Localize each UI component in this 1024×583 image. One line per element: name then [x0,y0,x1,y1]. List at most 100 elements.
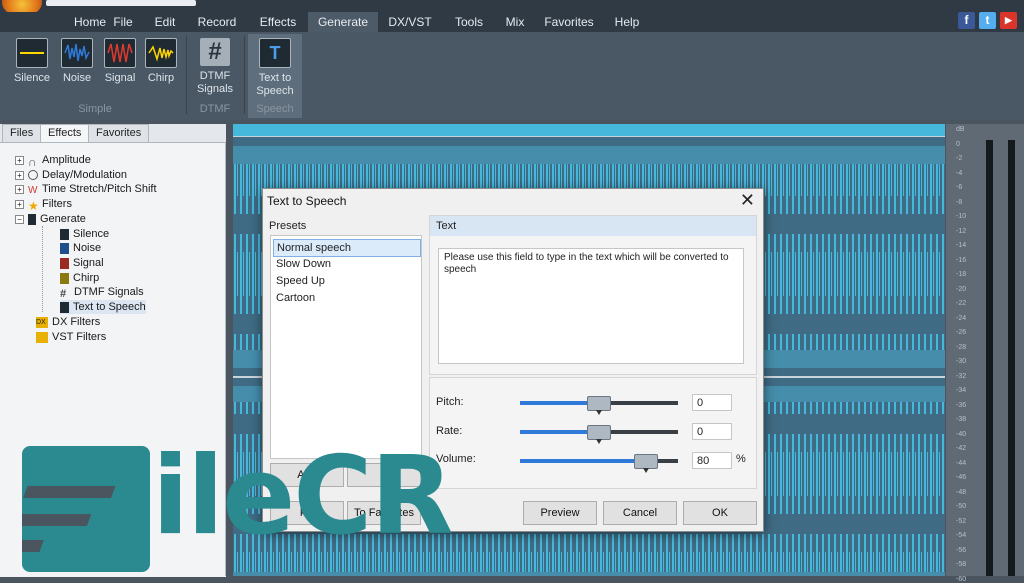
youtube-icon[interactable]: ▶ [1000,12,1017,29]
ribbon-dtmf-button[interactable]: # DTMF Signals [194,38,236,96]
meter-scale-label: -36 [956,401,967,409]
meter-scale-label: -16 [956,256,967,264]
menu-effects[interactable]: Effects [250,12,306,32]
menu-dx-vst[interactable]: DX/VST [382,12,438,32]
preset-normal-speech[interactable]: Normal speech [273,239,421,257]
watermark-logo-icon [0,446,150,572]
menu-favorites[interactable]: Favorites [540,12,598,32]
meter-scale-label: -38 [956,416,967,423]
meter-scale-label: -48 [956,488,967,496]
presets-label: Presets [269,220,307,232]
tab-favorites[interactable]: Favorites [88,124,150,142]
timeline-ruler[interactable] [233,124,945,137]
ribbon-text-to-speech-button[interactable]: T Text to Speech [250,38,300,98]
twitter-icon[interactable]: t [979,12,996,29]
preset-speed-up[interactable]: Speed Up [273,273,419,289]
meter-scale-label: 0 [956,140,960,148]
tree-item-signal[interactable]: Signal [60,256,104,270]
menu-mix[interactable]: Mix [498,12,532,32]
meter-scale-label: -54 [956,532,967,539]
facebook-icon[interactable]: f [958,12,975,29]
text-to-speech-icon: T [259,38,291,68]
preview-button[interactable]: Preview [523,501,597,525]
star-icon: ★ [28,198,39,213]
preset-cartoon[interactable]: Cartoon [273,290,419,306]
ribbon-group-speech: Speech [256,103,294,115]
menu-file[interactable]: File [102,12,144,32]
dtmf-icon: # [60,287,67,300]
time-stretch-icon: W [28,184,38,196]
meter-scale-label: -28 [956,343,967,351]
meter-scale-label: -6 [956,184,963,191]
menu-edit[interactable]: Edit [145,12,185,32]
tree-item-vst-filters[interactable]: VST Filters [36,330,106,344]
meter-scale-label: -40 [956,430,967,438]
meter-scale-label: -4 [956,169,963,177]
meter-scale-label: -22 [956,300,967,307]
chirp-icon [60,272,69,284]
quick-access-field[interactable] [46,0,196,6]
tree-item-generate[interactable]: − Generate [15,212,86,226]
dialog-title: Text to Speech [267,194,347,208]
meter-scale-label: -46 [956,474,967,481]
voice-settings-panel: Pitch: 0 Rate: 0 Volume: 80 % [429,377,757,489]
ribbon-label: Chirp [147,72,175,84]
meter-scale-label: -20 [956,285,967,293]
cancel-button[interactable]: Cancel [603,501,677,525]
menu-tools[interactable]: Tools [446,12,492,32]
signal-icon [60,257,69,269]
volume-slider[interactable] [520,454,678,473]
watermark-text: ileCR [152,434,454,559]
ribbon-group-dtmf: DTMF [199,103,231,115]
tree-item-dtmf[interactable]: # DTMF Signals [60,285,144,300]
volume-value-field[interactable]: 80 [692,452,732,469]
tree-item-silence[interactable]: Silence [60,227,109,241]
tree-item-text-to-speech[interactable]: Text to Speech [60,300,146,314]
tree-item-chirp[interactable]: Chirp [60,271,99,285]
close-icon[interactable]: ✕ [740,190,755,211]
meter-scale-label: -60 [956,575,967,583]
tab-files[interactable]: Files [2,124,42,142]
rate-slider-thumb[interactable] [587,425,611,444]
menu-record[interactable]: Record [190,12,244,32]
meter-scale-label: -30 [956,358,967,365]
meter-bar-right [1008,140,1015,576]
pitch-slider-thumb[interactable] [587,396,611,415]
generate-icon [28,213,36,225]
silence-icon [16,38,48,68]
tree-item-delay-modulation[interactable]: + Delay/Modulation [15,168,127,182]
ribbon-chirp-button[interactable]: Chirp [144,38,178,85]
rate-value-field[interactable]: 0 [692,423,732,440]
meter-scale-label: -34 [956,387,967,394]
meter-scale-label: -58 [956,561,967,568]
ribbon-separator [186,36,187,114]
volume-slider-thumb[interactable] [634,454,659,473]
menu-generate[interactable]: Generate [308,12,378,32]
tree-item-amplitude[interactable]: + ∩ Amplitude [15,153,91,169]
dx-icon: DX [36,316,48,328]
volume-slider-fill [520,459,647,463]
tree-item-filters[interactable]: + ★ Filters [15,197,72,213]
pitch-slider[interactable] [520,396,678,415]
meter-scale-label: -26 [956,329,967,336]
pitch-value-field[interactable]: 0 [692,394,732,411]
text-header: Text [430,216,756,236]
noise-icon [60,242,69,254]
menu-help[interactable]: Help [608,12,646,32]
meter-scale-label: -12 [956,227,967,235]
speech-text-input[interactable]: Please use this field to type in the tex… [438,248,744,364]
presets-list[interactable]: Normal speech Slow Down Speed Up Cartoon [270,235,422,459]
tree-item-noise[interactable]: Noise [60,241,101,255]
meter-scale-label: -32 [956,372,967,380]
ok-button[interactable]: OK [683,501,757,525]
text-panel: Text Please use this field to type in th… [429,215,757,375]
tree-item-dx-filters[interactable]: DX DX Filters [36,315,100,329]
ribbon-silence-button[interactable]: Silence [12,38,52,85]
ribbon-noise-button[interactable]: Noise [60,38,94,85]
rate-slider[interactable] [520,425,678,444]
tab-effects[interactable]: Effects [40,124,90,142]
ribbon-label: Silence [13,72,51,84]
preset-slow-down[interactable]: Slow Down [273,256,419,272]
ribbon-signal-button[interactable]: Signal [102,38,138,85]
tree-item-time-stretch[interactable]: + W Time Stretch/Pitch Shift [15,182,157,196]
